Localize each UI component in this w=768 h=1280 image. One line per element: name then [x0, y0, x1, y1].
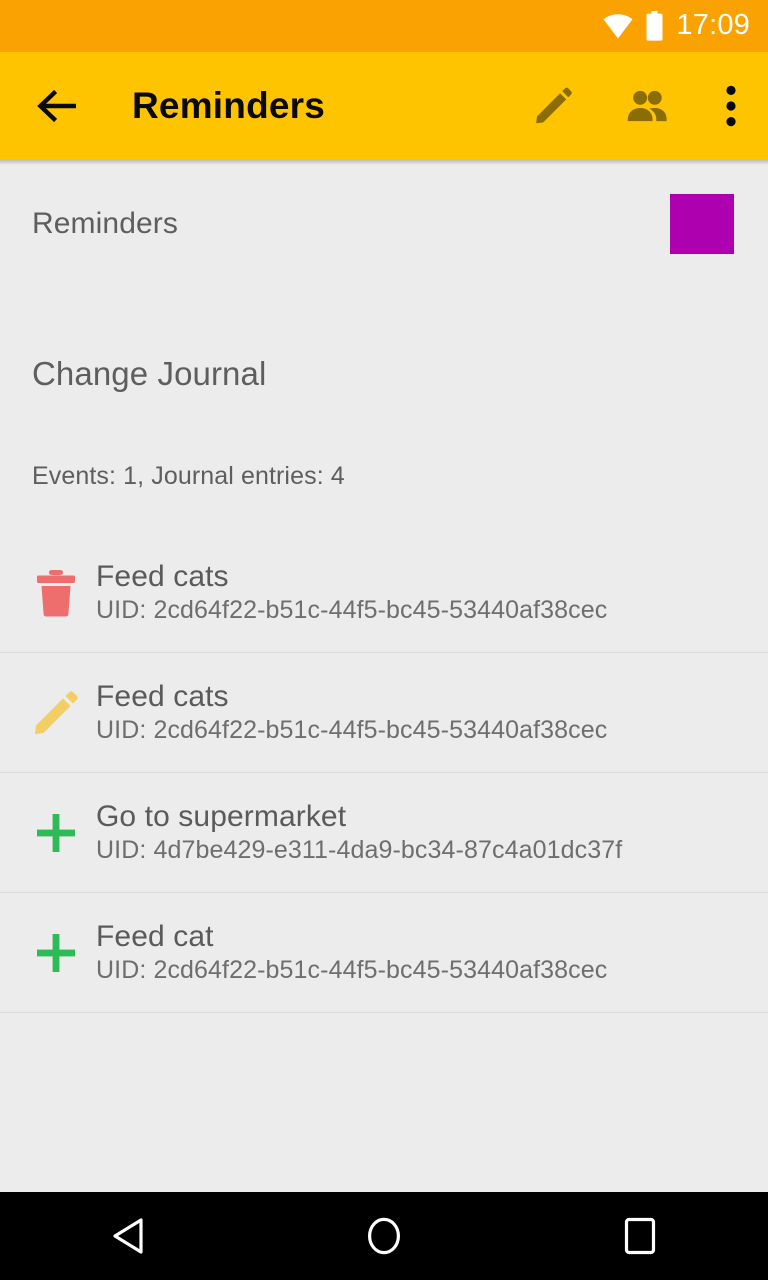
calendar-name: Reminders [32, 207, 178, 240]
list-item[interactable]: Feed cat UID: 2cd64f22-b51c-44f5-bc45-53… [0, 893, 768, 1013]
journal-list: Feed cats UID: 2cd64f22-b51c-44f5-bc45-5… [0, 533, 768, 1013]
people-icon[interactable] [626, 85, 668, 127]
wifi-icon [603, 13, 633, 39]
list-item-texts: Feed cats UID: 2cd64f22-b51c-44f5-bc45-5… [96, 679, 608, 745]
content-area: Reminders Change Journal Events: 1, Jour… [0, 165, 768, 1192]
page-title: Reminders [132, 85, 326, 126]
status-bar: 17:09 [0, 0, 768, 52]
add-plus-icon [20, 800, 92, 866]
list-item-title: Feed cat [96, 919, 214, 953]
system-navigation-bar [0, 1192, 768, 1280]
status-bar-clock: 17:09 [676, 8, 750, 41]
calendar-row[interactable]: Reminders [0, 165, 768, 283]
nav-back-button[interactable] [68, 1192, 188, 1280]
battery-icon [646, 11, 663, 41]
nav-home-button[interactable] [324, 1192, 444, 1280]
list-item-uid: UID: 2cd64f22-b51c-44f5-bc45-53440af38ce… [96, 716, 608, 745]
app-bar: Reminders [0, 52, 768, 160]
list-item-title: Feed cats [96, 679, 229, 713]
list-item-uid: UID: 4d7be429-e311-4da9-bc34-87c4a01dc37… [96, 836, 623, 865]
list-item-title: Feed cats [96, 559, 229, 593]
phone-screen: 17:09 Reminders Reminders Change Journal… [0, 0, 768, 1280]
list-item[interactable]: Go to supermarket UID: 4d7be429-e311-4da… [0, 773, 768, 893]
list-item-texts: Feed cats UID: 2cd64f22-b51c-44f5-bc45-5… [96, 559, 608, 625]
app-bar-actions [532, 85, 742, 127]
calendar-color-swatch[interactable] [670, 194, 734, 254]
list-item-uid: UID: 2cd64f22-b51c-44f5-bc45-53440af38ce… [96, 956, 608, 985]
add-plus-icon [20, 920, 92, 986]
journal-stats: Events: 1, Journal entries: 4 [32, 462, 345, 490]
delete-icon [20, 560, 92, 626]
list-item-texts: Feed cat UID: 2cd64f22-b51c-44f5-bc45-53… [96, 919, 608, 985]
list-item-uid: UID: 2cd64f22-b51c-44f5-bc45-53440af38ce… [96, 596, 608, 625]
list-item-texts: Go to supermarket UID: 4d7be429-e311-4da… [96, 799, 623, 865]
list-item-title: Go to supermarket [96, 799, 347, 833]
back-arrow-icon[interactable] [34, 83, 80, 129]
list-item[interactable]: Feed cats UID: 2cd64f22-b51c-44f5-bc45-5… [0, 653, 768, 773]
list-item[interactable]: Feed cats UID: 2cd64f22-b51c-44f5-bc45-5… [0, 533, 768, 653]
app-bar-shadow [0, 160, 768, 165]
nav-recents-button[interactable] [580, 1192, 700, 1280]
edit-pencil-icon [20, 680, 92, 746]
change-journal-heading: Change Journal [32, 355, 267, 392]
edit-icon[interactable] [532, 85, 574, 127]
overflow-menu-icon[interactable] [720, 85, 742, 127]
